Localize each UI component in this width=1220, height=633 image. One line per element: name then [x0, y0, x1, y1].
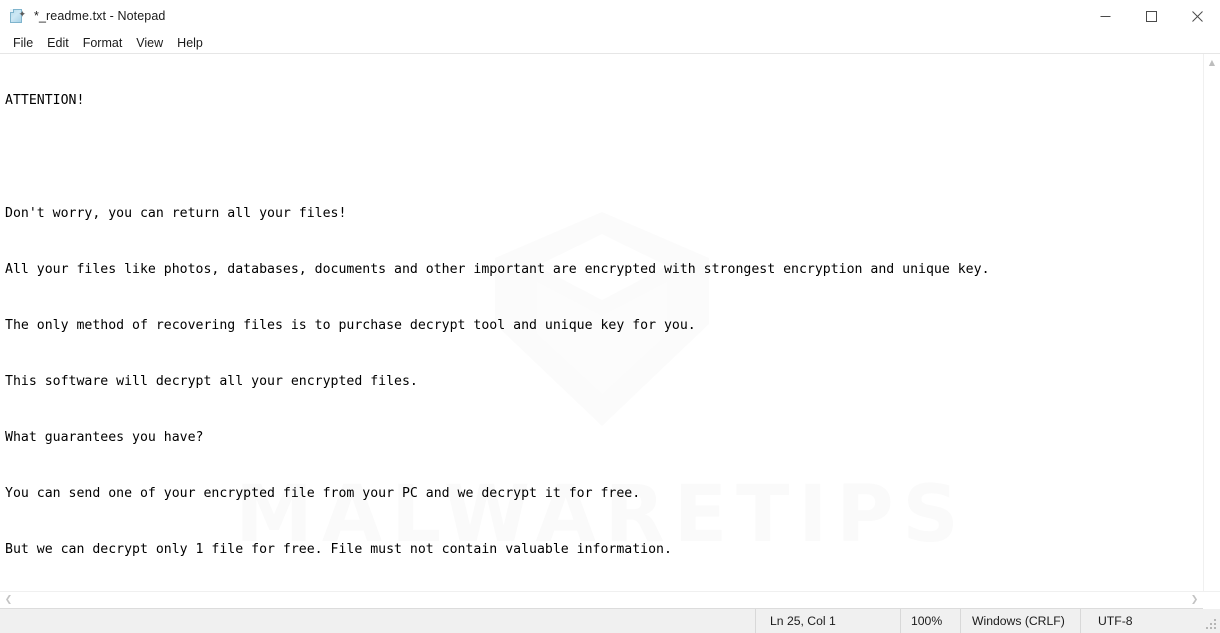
maximize-button[interactable] [1128, 0, 1174, 32]
menu-item-help[interactable]: Help [170, 33, 210, 53]
doc-line: What guarantees you have? [5, 429, 204, 445]
text-editor[interactable]: MALWARETIPS ATTENTION! Don't worry, you … [0, 54, 1203, 591]
title-bar: ✦ *_readme.txt - Notepad [0, 0, 1220, 32]
close-button[interactable] [1174, 0, 1220, 32]
menu-item-view[interactable]: View [129, 33, 170, 53]
doc-line: But we can decrypt only 1 file for free.… [5, 542, 672, 558]
status-zoom-level[interactable]: 100% [900, 609, 960, 633]
status-bar: Ln 25, Col 1 100% Windows (CRLF) UTF-8 [0, 608, 1220, 633]
status-line-ending: Windows (CRLF) [960, 609, 1080, 633]
scroll-right-icon[interactable]: ❯ [1186, 592, 1203, 609]
editor-area: MALWARETIPS ATTENTION! Don't worry, you … [0, 54, 1220, 591]
doc-line: ATTENTION! [5, 93, 85, 109]
document-text: ATTENTION! Don't worry, you can return a… [5, 55, 1203, 591]
scroll-up-icon[interactable]: ▲ [1204, 54, 1220, 71]
horizontal-scrollbar-row: ❮ ❯ [0, 591, 1220, 609]
status-cursor-position: Ln 25, Col 1 [755, 609, 900, 633]
status-encoding: UTF-8 [1080, 609, 1220, 633]
menu-item-edit[interactable]: Edit [40, 33, 76, 53]
vertical-scrollbar[interactable]: ▲ [1203, 54, 1220, 591]
menu-item-file[interactable]: File [6, 33, 40, 53]
doc-line: The only method of recovering files is t… [5, 317, 696, 333]
doc-line: All your files like photos, databases, d… [5, 261, 990, 277]
status-bar-spacer [0, 609, 755, 633]
doc-line [5, 149, 1203, 168]
window-controls [1082, 0, 1220, 32]
scrollbar-corner [1203, 592, 1220, 609]
vertical-scroll-track[interactable] [1204, 71, 1220, 591]
doc-line: You can send one of your encrypted file … [5, 486, 641, 502]
menu-item-format[interactable]: Format [76, 33, 130, 53]
window-title: *_readme.txt - Notepad [34, 9, 166, 23]
notepad-window: ✦ *_readme.txt - Notepad File Edit Forma… [0, 0, 1220, 633]
menu-bar: File Edit Format View Help [0, 32, 1220, 54]
scroll-left-icon[interactable]: ❮ [0, 592, 17, 609]
horizontal-scrollbar[interactable]: ❮ ❯ [0, 592, 1203, 608]
resize-grip-icon[interactable] [1206, 619, 1218, 631]
doc-line: This software will decrypt all your encr… [5, 373, 418, 389]
horizontal-scroll-track[interactable] [17, 592, 1186, 609]
minimize-button[interactable] [1082, 0, 1128, 32]
doc-line: Don't worry, you can return all your fil… [5, 205, 347, 221]
title-bar-left: ✦ *_readme.txt - Notepad [0, 8, 1082, 25]
notepad-icon: ✦ [9, 8, 26, 25]
